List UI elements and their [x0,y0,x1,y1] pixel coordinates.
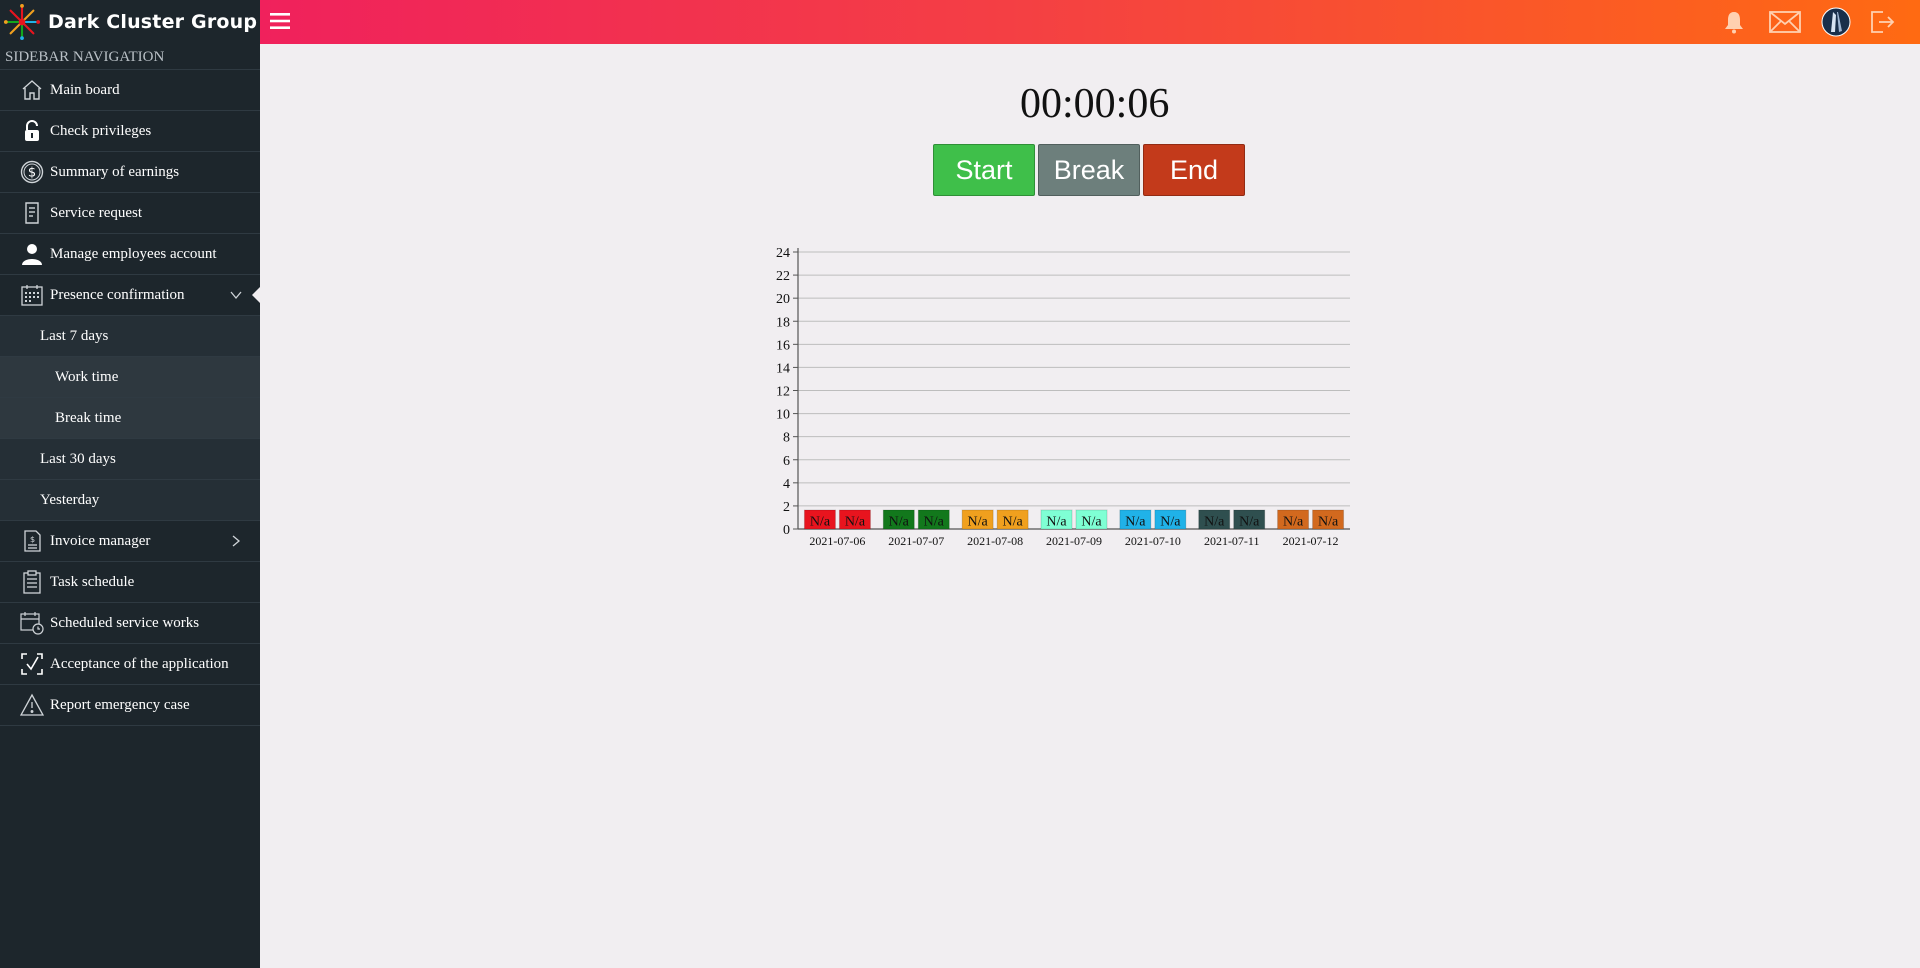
y-tick-label: 6 [783,454,790,469]
y-tick-label: 8 [783,431,790,446]
sidebar-item-acceptance[interactable]: Acceptance of the application [0,644,260,685]
sidebar-item-scheduled-service-works[interactable]: Scheduled service works [0,603,260,644]
dollar-icon: $ [20,160,44,184]
sidebar-item-service-request[interactable]: Service request [0,193,260,234]
sidebar-item-main-board[interactable]: Main board [0,70,260,111]
y-tick-label: 0 [783,523,790,538]
sidebar-item-label: Invoice manager [50,532,151,549]
sidebar-item-presence-confirmation[interactable]: Presence confirmation [0,275,260,316]
sidebar-item-label: Service request [50,204,143,221]
brand-logo-icon [3,3,41,41]
sidebar-item-label: Manage employees account [50,245,217,262]
sidebar-item-summary-of-earnings[interactable]: $ Summary of earnings [0,152,260,193]
y-tick-label: 14 [776,361,790,376]
x-tick-label: 2021-07-08 [967,534,1023,548]
bar-data-label: N/a [968,515,989,530]
bar-data-label: N/a [1239,515,1260,530]
mail-icon[interactable] [1768,6,1802,38]
bar-data-label: N/a [1160,515,1181,530]
bar-data-label: N/a [810,515,831,530]
x-tick-label: 2021-07-10 [1125,534,1181,548]
sidebar-item-label: Acceptance of the application [50,655,229,672]
sidebar-subitem-yesterday[interactable]: Yesterday [0,480,260,521]
start-button[interactable]: Start [933,144,1035,196]
sidebar-heading: SIDEBAR NAVIGATION [0,44,260,70]
svg-text:$: $ [28,166,36,181]
bar-data-label: N/a [1204,515,1225,530]
calendar-clock-icon [20,611,44,635]
user-icon [20,242,44,266]
end-button[interactable]: End [1143,144,1245,196]
work-time-chart: 024681012141618202224N/a N/a2021-07-06N/a… [776,246,1350,548]
chevron-right-icon [232,535,241,547]
sidebar: Dark Cluster Group SIDEBAR NAVIGATION Ma… [0,0,260,968]
x-tick-label: 2021-07-09 [1046,534,1102,548]
sidebar-item-label: Report emergency case [50,696,190,713]
y-tick-label: 4 [783,477,790,492]
svg-text:$: $ [30,535,35,544]
x-tick-label: 2021-07-07 [888,534,944,548]
avatar[interactable] [1820,6,1852,38]
y-tick-label: 20 [776,292,790,307]
document-icon [20,201,44,225]
y-tick-label: 2 [783,500,790,515]
sidebar-item-task-schedule[interactable]: Task schedule [0,562,260,603]
sidebar-item-report-emergency[interactable]: Report emergency case [0,685,260,726]
y-tick-label: 24 [776,246,790,261]
sidebar-item-label: Check privileges [50,122,152,139]
check-frame-icon [20,652,44,676]
y-tick-label: 22 [776,269,790,284]
lock-icon [20,119,44,143]
bar-data-label: N/a [889,515,910,530]
sidebar-item-label: Task schedule [50,573,135,590]
bar-data-label: N/a [1283,515,1304,530]
bar-data-label: N/a [924,515,945,530]
brand-name: Dark Cluster Group [48,11,258,33]
warning-icon [20,693,44,717]
top-bar [260,0,1920,44]
sidebar-item-label: Main board [50,81,120,98]
sidebar-item-label: Presence confirmation [50,286,185,303]
x-tick-label: 2021-07-12 [1283,534,1339,548]
sidebar-item-manage-employees[interactable]: Manage employees account [0,234,260,275]
top-icons [1718,0,1920,44]
hamburger-menu-icon[interactable] [270,12,290,30]
bar-data-label: N/a [1003,515,1024,530]
sidebar-subitem-work-time[interactable]: Work time [0,357,260,398]
chevron-down-icon [230,291,242,300]
y-tick-label: 18 [776,315,790,330]
bar-data-label: N/a [1318,515,1339,530]
calendar-icon [20,283,44,307]
sidebar-item-check-privileges[interactable]: Check privileges [0,111,260,152]
sidebar-item-invoice-manager[interactable]: $ Invoice manager [0,521,260,562]
bar-data-label: N/a [1046,515,1067,530]
x-tick-label: 2021-07-11 [1204,534,1260,548]
logout-icon[interactable] [1866,6,1898,38]
bar-data-label: N/a [1081,515,1102,530]
y-tick-label: 12 [776,385,790,400]
sidebar-item-label: Summary of earnings [50,163,180,180]
timer-display: 00:00:06 [1020,81,1170,127]
clipboard-icon [20,570,44,594]
y-tick-label: 10 [776,408,790,423]
notification-bell-icon[interactable] [1718,6,1750,38]
sidebar-item-label: Scheduled service works [50,614,200,631]
home-icon [20,78,44,102]
y-tick-label: 16 [776,338,790,353]
bar-data-label: N/a [845,515,866,530]
invoice-icon: $ [20,529,44,553]
brand[interactable]: Dark Cluster Group [0,0,260,44]
bar-data-label: N/a [1125,515,1146,530]
sidebar-subitem-last-7-days[interactable]: Last 7 days [0,316,260,357]
sidebar-subitem-last-30-days[interactable]: Last 30 days [0,439,260,480]
sidebar-subitem-break-time[interactable]: Break time [0,398,260,439]
x-tick-label: 2021-07-06 [809,534,865,548]
break-button[interactable]: Break [1038,144,1140,196]
